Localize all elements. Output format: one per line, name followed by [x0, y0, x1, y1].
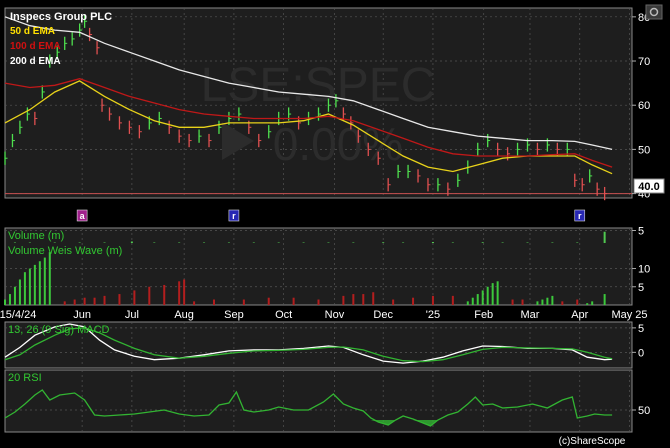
x-tick-label-7: Dec: [373, 309, 393, 321]
x-tick-label-0: 15/4/24: [0, 309, 36, 321]
event-marker-label-2: r: [578, 211, 582, 221]
settings-button[interactable]: [645, 4, 663, 20]
x-tick-label-2: Jul: [125, 309, 139, 321]
legend-ema100: 100 d EMA: [10, 41, 61, 52]
volume-panel-title: Volume (m): [8, 230, 64, 242]
x-tick-label-1: Jun: [73, 309, 91, 321]
weis-panel-title: Volume Weis Wave (m): [8, 245, 122, 257]
rsi-panel-title: 20 RSI: [8, 372, 42, 384]
x-tick-label-4: Sep: [224, 309, 244, 321]
macd-ytick-label-1: 5: [638, 323, 644, 335]
macd-panel-title: 13, 26 (9 Sig) MACD: [8, 324, 110, 336]
legend-ema200: 200 d EMA: [10, 56, 61, 67]
event-marker-label-1: r: [232, 211, 236, 221]
last-price-value: 40.0: [638, 181, 659, 193]
watermark-ticker: LSE:SPEC: [201, 59, 436, 112]
price-ytick-label-3: 70: [638, 56, 650, 68]
x-tick-label-8: '25: [426, 309, 440, 321]
x-tick-label-9: Feb: [474, 309, 493, 321]
x-tick-label-3: Aug: [174, 309, 194, 321]
volume-panel-frame: [4, 227, 633, 306]
x-tick-label-6: Nov: [325, 309, 345, 321]
weis-ytick-label-0: 5: [638, 282, 644, 294]
credit-text: (c)ShareScope: [559, 436, 626, 447]
last-price-tag: 40.0: [633, 178, 665, 194]
rsi-ytick-label-0: 50: [638, 405, 650, 417]
x-tick-label-5: Oct: [275, 309, 292, 321]
event-marker-2: r: [574, 209, 586, 222]
volume-ytick-label-0: 5: [638, 226, 644, 238]
x-tick-label-12: May 25: [611, 309, 647, 321]
settings-button-bg[interactable]: [645, 4, 663, 20]
macd-ytick-label-0: 0: [638, 347, 644, 359]
price-ytick-label-2: 60: [638, 100, 650, 112]
rsi-panel-frame: [4, 369, 633, 433]
price-ytick-label-1: 50: [638, 144, 650, 156]
stock-chart: LSE:SPEC 0.00% 15/4/24 Jun Jul Aug Sep Oct Nov…: [0, 0, 670, 448]
legend-ema50: 50 d EMA: [10, 26, 55, 37]
x-tick-label-11: Apr: [571, 309, 588, 321]
event-marker-1: r: [228, 209, 240, 222]
weis-ytick-label-1: 10: [638, 264, 650, 276]
event-marker-0: a: [76, 209, 88, 222]
x-tick-label-10: Mar: [521, 309, 540, 321]
chart-title: Inspecs Group PLC: [10, 11, 112, 23]
